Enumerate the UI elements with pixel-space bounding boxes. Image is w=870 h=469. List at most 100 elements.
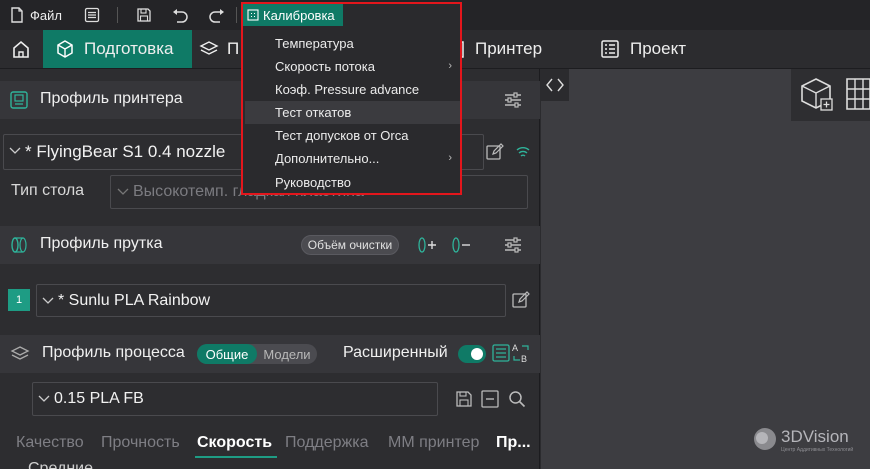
search-process-button[interactable] [508,390,526,408]
svg-text:B: B [521,354,527,364]
printer-profile-title: Профиль принтера [40,90,183,107]
tab-preview-label: П [227,39,240,58]
purge-volume-button[interactable]: Объём очистки [301,235,399,255]
process-profile-title: Профиль процесса [42,344,185,361]
save-icon [456,391,472,407]
titlebar-divider [236,7,237,23]
watermark: 3DVision Центр Аддитивных Технологий [753,427,853,453]
settings-icon [505,92,521,108]
printer-profile-icon [10,91,28,109]
tab-printer-label: Принтер [475,39,543,58]
process-tabs: Качество Прочность Скорость Поддержка MM… [0,429,540,459]
calibration-dropdown: Калибровка Температура Скорость потока ›… [241,2,462,195]
undo-button[interactable] [171,0,189,30]
toggle-global[interactable]: Общие [197,344,257,364]
menu-item-label: Коэф. Pressure advance [275,82,420,97]
filament-select[interactable]: * Sunlu PLA Rainbow [36,284,506,317]
tab-prepare[interactable]: Подготовка [43,30,192,68]
settings-icon [505,237,521,253]
add-object-button[interactable] [797,75,835,113]
section-partial-title: Средние [28,460,94,469]
watermark-brand: 3DVision [781,427,849,446]
redo-button[interactable] [208,0,226,30]
tab-project-label: Проект [630,39,686,58]
save-button[interactable] [136,0,152,30]
chevron-down-icon [9,147,21,155]
titlebar-divider [117,7,118,23]
process-tab-speed[interactable]: Скорость [197,434,272,452]
chevron-right-icon: › [448,60,452,72]
process-scope-toggle[interactable]: Общие Модели [197,344,317,364]
filament-profile-header: Профиль прутка Объём очистки [0,226,540,264]
menu-item-retraction-test[interactable]: Тест откатов [245,101,460,124]
list-icon [492,344,510,362]
menu-item-guide[interactable]: Руководство [245,171,460,194]
remove-process-button[interactable] [481,390,499,408]
add-object-icon [801,78,833,111]
process-icon [10,345,30,363]
layers-icon [199,39,219,59]
menu-item-label: Руководство [275,175,351,190]
collapse-sidebar-button[interactable] [541,69,569,101]
process-profile-header: Профиль процесса Общие Модели Расширенны… [0,335,540,373]
menu-item-label: Скорость потока [275,59,375,74]
chevron-right-icon: › [448,152,452,164]
menu-item-label: Температура [275,36,354,51]
compare-button[interactable]: AB [511,342,531,364]
redo-icon [208,7,226,23]
edit-icon [486,143,504,160]
process-tab-quality[interactable]: Качество [16,434,84,452]
printer-settings-button[interactable] [503,90,523,110]
tab-printer[interactable]: Принтер [455,30,542,68]
menu-item-label: Тест допусков от Orca [275,128,409,143]
file-menu-label: Файл [30,7,62,23]
process-list-button[interactable] [492,344,510,362]
compare-icon: AB [512,343,529,364]
menu-item-temperature[interactable]: Температура [245,32,460,55]
menu-item-flow-rate[interactable]: Скорость потока › [245,55,460,78]
menu-item-label: Дополнительно... [275,151,380,166]
edit-filament-button[interactable] [512,291,530,309]
menu-item-orca-tolerance-test[interactable]: Тест допусков от Orca [245,124,460,147]
logo-icon [754,428,776,450]
remove-filament-button[interactable] [450,235,472,255]
add-filament-button[interactable] [416,235,438,255]
menu-icon [84,7,100,23]
grid-button[interactable] [845,77,870,111]
menu-item-pressure-advance[interactable]: Коэф. Pressure advance [245,78,460,101]
minus-icon [481,390,499,408]
3d-viewport[interactable]: 3DVision Центр Аддитивных Технологий [541,69,870,469]
tab-preview[interactable]: П [199,30,244,68]
process-tab-strength[interactable]: Прочность [101,434,180,452]
menu-item-more[interactable]: Дополнительно... › [245,147,460,170]
home-button[interactable] [0,30,42,68]
process-tab-mm-printer[interactable]: MM принтер [388,434,479,452]
filament-slot-badge[interactable]: 1 [8,289,30,311]
save-process-button[interactable] [455,390,473,408]
calibration-menu-header[interactable]: Калибровка [243,4,343,26]
advanced-toggle[interactable] [458,345,486,363]
menu-item-label: Тест откатов [275,105,352,120]
filament-icon [10,236,28,254]
process-select[interactable]: 0.15 PLA FB [32,382,438,416]
chevron-down-icon [38,395,50,403]
wifi-icon[interactable] [516,146,530,158]
bed-type-label: Тип стола [11,182,85,199]
viewport-toolbar [791,69,870,121]
process-tab-support[interactable]: Поддержка [285,434,368,452]
tab-project[interactable]: Проект [600,30,686,68]
file-menu[interactable]: Файл [10,0,62,30]
menu-button[interactable] [84,0,100,30]
calibration-icon [247,9,259,21]
filament-settings-button[interactable] [503,235,523,255]
purge-volume-label: Объём очистки [307,238,393,252]
collapse-icon [545,77,565,93]
toggle-models[interactable]: Модели [259,344,315,364]
tab-prepare-label: Подготовка [84,39,174,58]
active-tab-underline [195,456,277,458]
process-tab-more[interactable]: Пр... [496,434,531,452]
advanced-label: Расширенный [343,344,448,361]
filament-slot-number: 1 [15,294,23,306]
edit-printer-button[interactable] [486,143,504,161]
chevron-down-icon [42,297,54,305]
